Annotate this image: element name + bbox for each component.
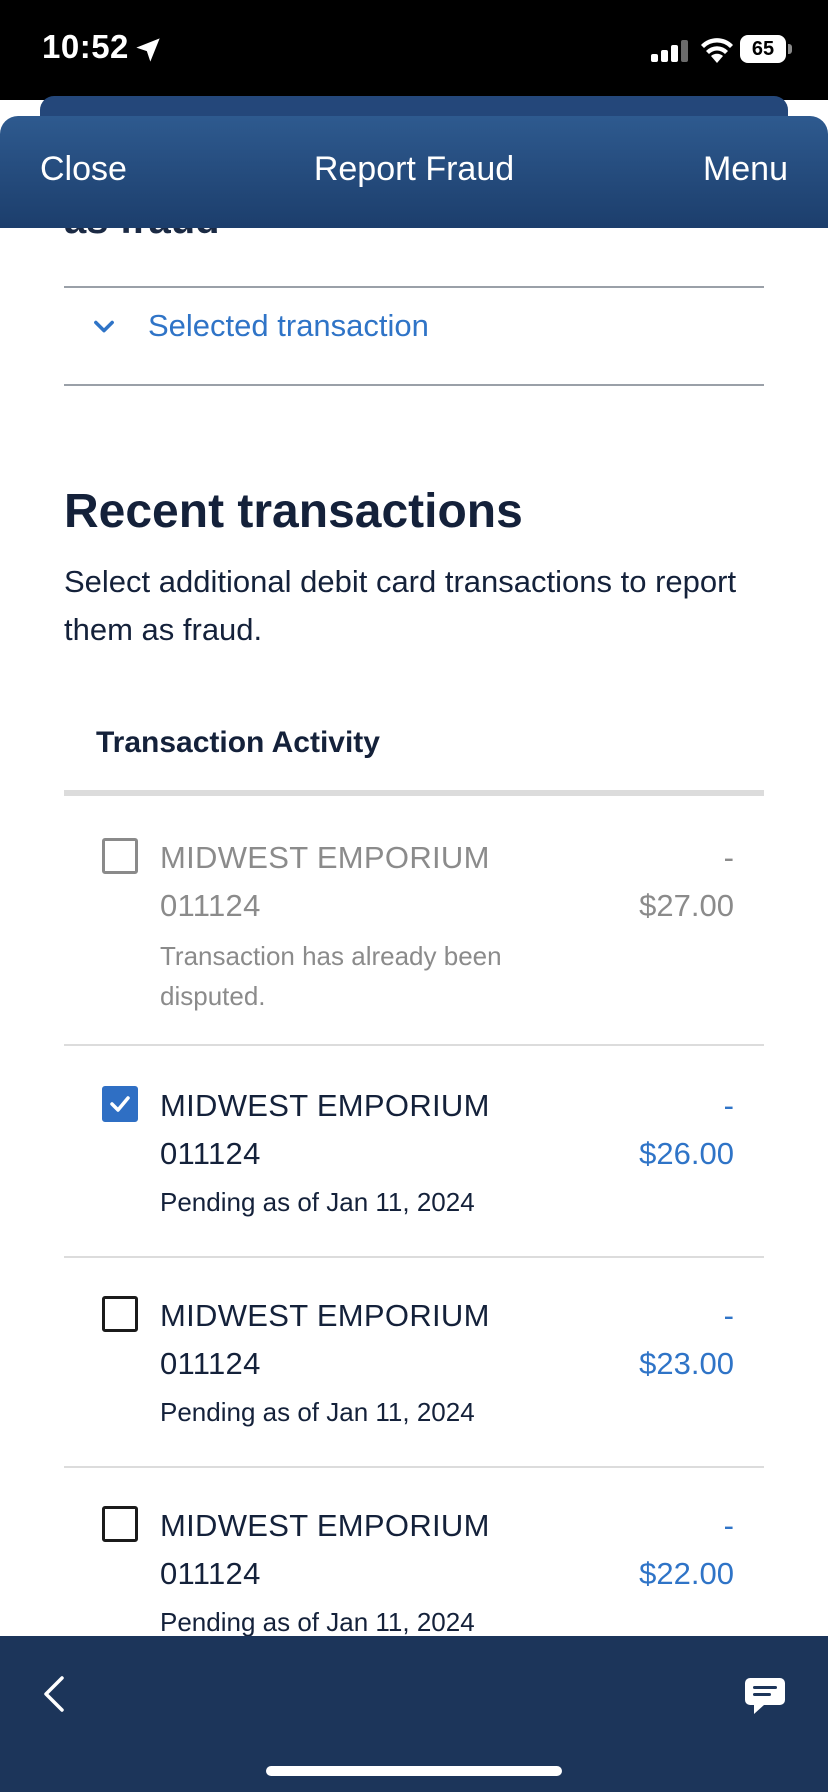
location-arrow-icon bbox=[136, 38, 160, 62]
chevron-down-icon bbox=[94, 320, 114, 333]
merchant-code: 011124 bbox=[160, 1136, 261, 1171]
transaction-row[interactable]: MIDWEST EMPORIUM 011124 Pending as of Ja… bbox=[64, 1086, 764, 1258]
status-bar: 10:52 65 bbox=[0, 0, 828, 100]
pending-note: Pending as of Jan 11, 2024 bbox=[160, 1187, 475, 1217]
merchant-name: MIDWEST EMPORIUM bbox=[160, 1088, 490, 1123]
row-divider bbox=[64, 1466, 764, 1468]
recent-transactions-description: Select additional debit card transaction… bbox=[64, 564, 737, 647]
pending-note: Pending as of Jan 11, 2024 bbox=[160, 1607, 475, 1636]
bottom-toolbar bbox=[0, 1636, 828, 1792]
merchant-name: MIDWEST EMPORIUM bbox=[160, 1508, 490, 1543]
merchant-name: MIDWEST EMPORIUM bbox=[160, 840, 490, 875]
header-rule bbox=[64, 790, 764, 796]
amount-sign: - bbox=[723, 1508, 734, 1543]
battery-level: 65 bbox=[740, 35, 786, 63]
main-content[interactable]: as fraud Selected transaction Recent tra… bbox=[0, 228, 828, 1636]
back-chevron-icon[interactable] bbox=[38, 1672, 72, 1716]
transaction-checkbox[interactable] bbox=[102, 1086, 138, 1122]
wifi-icon bbox=[701, 38, 733, 63]
transaction-row: MIDWEST EMPORIUM 011124 Transaction has … bbox=[64, 838, 764, 1046]
home-indicator bbox=[266, 1766, 562, 1776]
transaction-checkbox[interactable] bbox=[102, 1506, 138, 1542]
merchant-code: 011124 bbox=[160, 888, 261, 923]
selected-transaction-toggle[interactable]: Selected transaction bbox=[64, 288, 764, 364]
row-divider bbox=[64, 1256, 764, 1258]
merchant-code: 011124 bbox=[160, 1346, 261, 1381]
section-heading-cutoff: as fraud bbox=[64, 228, 220, 243]
transaction-checkbox[interactable] bbox=[102, 1296, 138, 1332]
battery-icon: 65 bbox=[740, 35, 792, 63]
amount-sign: - bbox=[723, 1298, 734, 1333]
merchant-code: 011124 bbox=[160, 1556, 261, 1591]
transaction-amount: $23.00 bbox=[639, 1346, 734, 1381]
transaction-amount: $22.00 bbox=[639, 1556, 734, 1591]
pending-note: Pending as of Jan 11, 2024 bbox=[160, 1397, 475, 1427]
selected-transaction-label: Selected transaction bbox=[148, 308, 429, 343]
menu-button[interactable]: Menu bbox=[703, 150, 788, 189]
status-time: 10:52 bbox=[42, 28, 129, 65]
dispute-note: Transaction has already been disputed. bbox=[160, 941, 502, 1011]
transaction-amount: $27.00 bbox=[639, 888, 734, 923]
amount-sign: - bbox=[723, 840, 734, 875]
transaction-activity-header: Transaction Activity bbox=[96, 726, 380, 759]
chat-icon[interactable] bbox=[744, 1676, 786, 1716]
divider bbox=[64, 384, 764, 386]
close-button[interactable]: Close bbox=[40, 150, 127, 189]
nav-bar: Close Report Fraud Menu bbox=[0, 116, 828, 228]
transaction-row[interactable]: MIDWEST EMPORIUM 011124 Pending as of Ja… bbox=[64, 1296, 764, 1468]
transaction-amount: $26.00 bbox=[639, 1136, 734, 1171]
merchant-name: MIDWEST EMPORIUM bbox=[160, 1298, 490, 1333]
amount-sign: - bbox=[723, 1088, 734, 1123]
transaction-row[interactable]: MIDWEST EMPORIUM 011124 Pending as of Ja… bbox=[64, 1506, 764, 1636]
checkmark-icon bbox=[110, 1096, 130, 1112]
transaction-checkbox bbox=[102, 838, 138, 874]
row-divider bbox=[64, 1044, 764, 1046]
recent-transactions-title: Recent transactions bbox=[64, 485, 523, 538]
cellular-signal-icon bbox=[651, 38, 691, 62]
